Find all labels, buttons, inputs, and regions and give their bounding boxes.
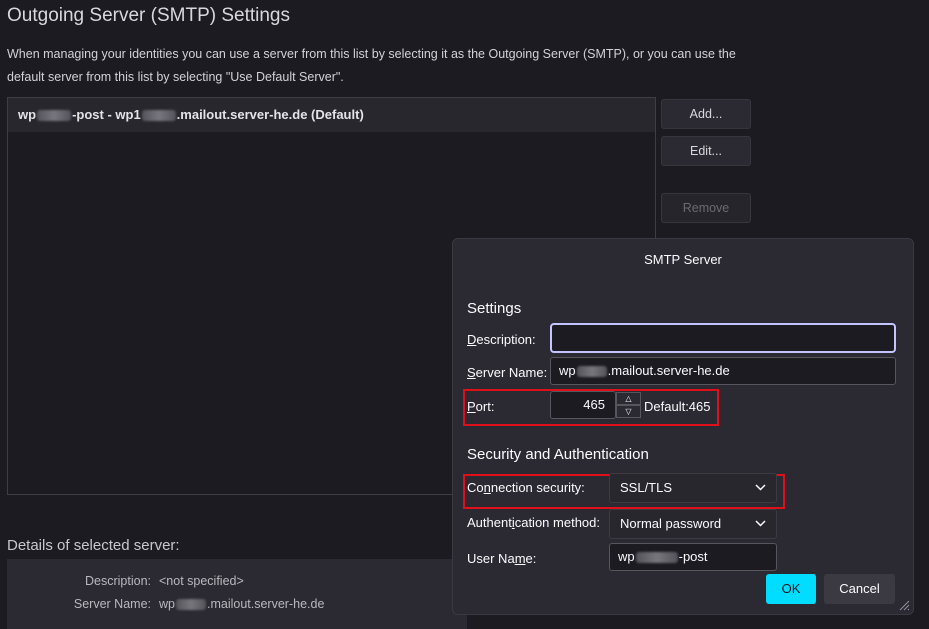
details-description-label: Description: (85, 574, 151, 588)
server-name-input[interactable]: wp .mailout.server-he.de (550, 357, 896, 385)
user-name-prefix: wp (618, 549, 635, 564)
details-description-row: Description: <not specified> (7, 574, 244, 588)
server-name-label: Server Name: (467, 365, 548, 380)
details-panel: Description: <not specified> Server Name:… (7, 559, 467, 629)
redacted-blur (37, 110, 72, 122)
auth-method-label: Authentication method: (467, 515, 600, 530)
chevron-up-icon: △ (625, 394, 632, 403)
smtp-server-dialog: SMTP Server Settings Description: Server… (452, 238, 914, 615)
redacted-blur (635, 552, 678, 564)
chevron-down-icon (755, 484, 766, 491)
port-default-text: Default:465 (644, 399, 711, 414)
details-server-name-suffix: .mailout.server-he.de (206, 597, 325, 611)
chevron-down-icon: ▽ (625, 407, 632, 416)
server-item-prefix: wp (18, 107, 37, 122)
page-title: Outgoing Server (SMTP) Settings (7, 5, 290, 26)
remove-button[interactable]: Remove (661, 193, 751, 223)
settings-heading: Settings (467, 300, 522, 317)
details-description-value: <not specified> (159, 574, 244, 588)
connection-security-label: Connection security: (467, 480, 585, 495)
connection-security-value: SSL/TLS (620, 480, 673, 495)
dialog-title: SMTP Server (644, 252, 722, 267)
server-name-prefix: wp (559, 363, 576, 378)
port-increment-button[interactable]: △ (616, 392, 641, 405)
description-label: Description: (467, 332, 536, 347)
resize-grip-icon[interactable] (898, 599, 910, 611)
auth-method-select[interactable]: Normal password (609, 509, 777, 539)
security-heading: Security and Authentication (467, 446, 649, 463)
edit-button[interactable]: Edit... (661, 136, 751, 166)
redacted-blur (576, 366, 607, 378)
server-item-mid: -post - wp1 (72, 107, 141, 122)
server-item-suffix: .mailout.server-he.de (Default) (176, 107, 364, 122)
connection-security-select[interactable]: SSL/TLS (609, 473, 777, 503)
auth-method-value: Normal password (620, 516, 722, 531)
port-decrement-button[interactable]: ▽ (616, 405, 641, 418)
details-server-name-row: Server Name: wp .mailout.server-he.de (7, 597, 325, 611)
ok-button[interactable]: OK (766, 574, 816, 604)
port-input[interactable]: 465 (550, 391, 616, 419)
redacted-blur (175, 599, 206, 611)
user-name-label: User Name: (467, 551, 537, 566)
chevron-down-icon (755, 520, 766, 527)
details-server-name-label: Server Name: (73, 597, 151, 611)
user-name-suffix: -post (678, 549, 708, 564)
server-list-item[interactable]: wp -post - wp1 .mailout.server-he.de (Defa… (8, 98, 655, 132)
port-label: Port: (467, 399, 495, 414)
details-heading: Details of selected server: (7, 537, 180, 554)
description-input[interactable] (550, 323, 896, 353)
redacted-blur (141, 110, 176, 122)
user-name-input[interactable]: wp -post (609, 543, 777, 571)
server-name-suffix: .mailout.server-he.de (607, 363, 730, 378)
details-server-name-prefix: wp (159, 597, 175, 611)
intro-text: When managing your identities you can us… (7, 47, 736, 84)
cancel-button[interactable]: Cancel (824, 574, 895, 604)
add-button[interactable]: Add... (661, 99, 751, 129)
